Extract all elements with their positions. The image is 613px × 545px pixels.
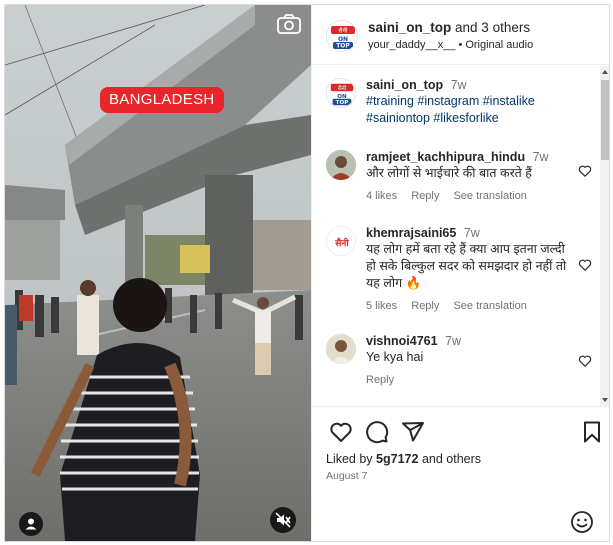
- comment-time[interactable]: 7w: [533, 150, 549, 164]
- comment-time[interactable]: 7w: [445, 334, 461, 348]
- comment-text: यह लोग हमें बता रहे हैं क्या आप इतना जल्…: [366, 242, 567, 290]
- svg-text:TOP: TOP: [336, 100, 349, 106]
- comment-likes[interactable]: 5 likes: [366, 300, 397, 312]
- comment-time[interactable]: 7w: [464, 226, 480, 240]
- header-title: saini_on_top and 3 others: [368, 20, 530, 35]
- see-translation-button[interactable]: See translation: [453, 190, 526, 202]
- svg-text:सैनी: सैनी: [334, 237, 349, 249]
- post-footer: Liked by 5g7172 and others August 7: [312, 406, 609, 541]
- svg-text:सैनी: सैनी: [339, 27, 348, 35]
- avatar[interactable]: [326, 150, 356, 180]
- brand-logo: सैनी ON TOP: [328, 22, 357, 51]
- audio-line: your_daddy__x__ • Original audio: [368, 39, 533, 51]
- scroll-up-icon[interactable]: [602, 70, 608, 74]
- avatar[interactable]: सैनी: [326, 226, 356, 256]
- likes-summary: Liked by 5g7172 and others: [326, 452, 481, 466]
- comment-likes[interactable]: 4 likes: [366, 190, 397, 202]
- location-overlay-label: BANGLADESH: [100, 87, 224, 113]
- comment-icon[interactable]: [365, 420, 389, 444]
- caption-hashtags[interactable]: #training #instagram #instalike #sainion…: [366, 93, 571, 127]
- caption-time[interactable]: 7w: [451, 78, 467, 92]
- share-icon[interactable]: [401, 420, 425, 444]
- audio-user[interactable]: your_daddy__x__: [368, 39, 455, 51]
- bookmark-icon[interactable]: [580, 420, 604, 444]
- comment-text: और लोगों से भाईचारे की बात करते हैं: [366, 166, 532, 180]
- post-header: सैनी ON TOP saini_on_top and 3 others yo…: [312, 5, 609, 65]
- brand-logo: सैनी: [328, 228, 355, 255]
- mute-icon[interactable]: [270, 507, 296, 533]
- scroll-down-icon[interactable]: [602, 398, 608, 402]
- comment-username[interactable]: khemrajsaini65: [366, 226, 456, 240]
- header-username[interactable]: saini_on_top: [368, 20, 451, 35]
- see-translation-button[interactable]: See translation: [453, 300, 526, 312]
- avatar[interactable]: सैनी ON TOP: [326, 78, 356, 108]
- likes-prefix: Liked by: [326, 452, 373, 466]
- heart-icon[interactable]: [578, 258, 592, 272]
- brand-logo: सैनी ON TOP: [327, 79, 355, 107]
- comments-list: सैनी ON TOP saini_on_top 7w #training #i…: [312, 66, 600, 406]
- likes-user[interactable]: 5g7172: [376, 452, 418, 466]
- reply-button[interactable]: Reply: [411, 190, 439, 202]
- audio-separator: •: [458, 39, 463, 51]
- scrollbar-thumb[interactable]: [601, 80, 609, 160]
- svg-text:TOP: TOP: [336, 43, 350, 50]
- like-heart-icon[interactable]: [329, 420, 353, 444]
- post-dialog: BANGLADESH सैनी ON TOP saini_on_top and …: [4, 4, 610, 542]
- svg-text:सैनी: सैनी: [338, 84, 347, 92]
- caption-username[interactable]: saini_on_top: [366, 78, 443, 92]
- reply-button[interactable]: Reply: [411, 300, 439, 312]
- heart-icon[interactable]: [578, 354, 592, 368]
- header-others[interactable]: and 3 others: [455, 20, 530, 35]
- audio-label[interactable]: Original audio: [465, 39, 533, 51]
- post-video[interactable]: BANGLADESH: [5, 5, 311, 541]
- reply-button[interactable]: Reply: [366, 374, 394, 386]
- comment-username[interactable]: vishnoi4761: [366, 334, 438, 348]
- emoji-icon[interactable]: [570, 510, 594, 534]
- heart-icon[interactable]: [578, 164, 592, 178]
- post-details-panel: सैनी ON TOP saini_on_top and 3 others yo…: [311, 5, 609, 541]
- avatar[interactable]: सैनी ON TOP: [326, 20, 358, 52]
- comments-scrollbar[interactable]: [600, 66, 609, 406]
- avatar[interactable]: [326, 334, 356, 364]
- comment-username[interactable]: ramjeet_kachhipura_hindu: [366, 150, 525, 164]
- post-date[interactable]: August 7: [326, 470, 367, 482]
- user-tag-icon[interactable]: [19, 512, 43, 536]
- likes-suffix[interactable]: and others: [422, 452, 481, 466]
- comment-text: Ye kya hai: [366, 350, 424, 364]
- camera-icon[interactable]: [276, 13, 302, 35]
- video-frame: [5, 5, 311, 541]
